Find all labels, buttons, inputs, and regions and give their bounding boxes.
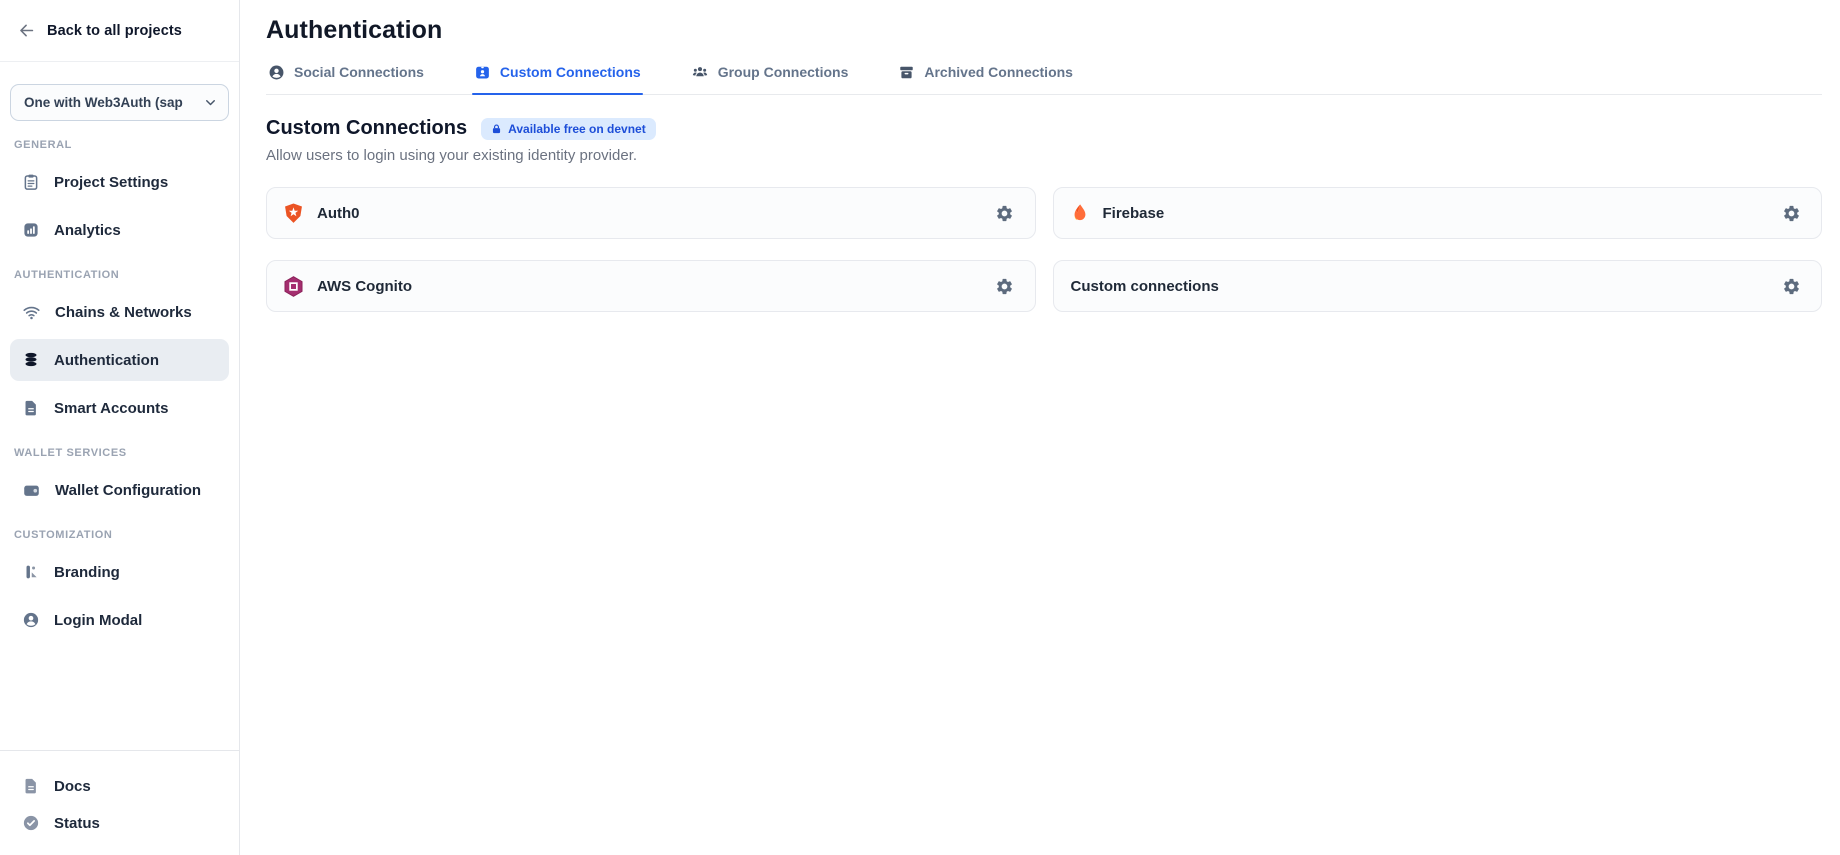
sidebar-item-branding[interactable]: Branding [10, 551, 229, 593]
sidebar-item-docs[interactable]: Docs [10, 769, 229, 803]
app-window: Back to all projects One with Web3Auth (… [0, 0, 1840, 855]
tab-bar: Social Connections Custom Connections Gr… [266, 57, 1822, 95]
auth0-logo [282, 202, 305, 225]
user-circle-icon [22, 611, 40, 629]
people-group-icon [691, 63, 709, 81]
sidebar-item-login-modal[interactable]: Login Modal [10, 599, 229, 641]
card-auth0[interactable]: Auth0 [266, 187, 1036, 239]
arrow-left-icon [17, 21, 36, 40]
card-aws-cognito[interactable]: AWS Cognito [266, 260, 1036, 312]
aws-cognito-logo [282, 275, 305, 298]
wifi-icon [22, 303, 41, 322]
id-badge-icon [474, 64, 491, 81]
firebase-logo [1069, 202, 1091, 224]
devnet-badge: Available free on devnet [481, 118, 656, 140]
sidebar-footer: Docs Status [0, 750, 239, 855]
sidebar-item-smart-accounts[interactable]: Smart Accounts [10, 387, 229, 429]
sidebar-nav: GENERAL Project Settings Analytics AUTHE… [0, 121, 239, 647]
sidebar-item-label: Login Modal [54, 612, 142, 629]
card-label: Firebase [1103, 205, 1165, 222]
file-icon [22, 777, 40, 795]
sidebar-item-label: Project Settings [54, 174, 168, 191]
sidebar-item-status[interactable]: Status [10, 806, 229, 840]
sidebar-item-wallet-configuration[interactable]: Wallet Configuration [10, 469, 229, 511]
main-content: Authentication Social Connections Custom… [240, 0, 1840, 855]
sidebar-item-label: Chains & Networks [55, 304, 192, 321]
tab-archived-connections[interactable]: Archived Connections [896, 57, 1075, 94]
tab-group-connections[interactable]: Group Connections [689, 57, 851, 94]
card-label: Auth0 [317, 205, 360, 222]
gear-icon [995, 204, 1014, 223]
sidebar-item-label: Smart Accounts [54, 400, 168, 417]
section-label-authentication: AUTHENTICATION [14, 269, 225, 281]
section-label-customization: CUSTOMIZATION [14, 529, 225, 541]
sidebar-item-analytics[interactable]: Analytics [10, 209, 229, 251]
section-subtitle: Allow users to login using your existing… [266, 147, 1822, 164]
gear-icon [1782, 204, 1801, 223]
tab-label: Custom Connections [500, 64, 641, 80]
sidebar-item-label: Status [54, 815, 100, 832]
project-selector-dropdown[interactable]: One with Web3Auth (sap [10, 84, 229, 121]
card-label: AWS Cognito [317, 278, 412, 295]
connections-grid: Auth0 Firebase AWS Cognito [266, 187, 1822, 312]
user-circle-icon [268, 64, 285, 81]
bar-chart-icon [22, 221, 40, 239]
card-label: Custom connections [1071, 278, 1219, 295]
devnet-badge-label: Available free on devnet [508, 122, 646, 136]
card-firebase[interactable]: Firebase [1053, 187, 1823, 239]
sidebar-item-authentication[interactable]: Authentication [10, 339, 229, 381]
back-label: Back to all projects [47, 23, 182, 39]
check-circle-icon [22, 814, 40, 832]
back-to-projects-button[interactable]: Back to all projects [0, 0, 239, 62]
clipboard-icon [22, 173, 40, 191]
sidebar-item-label: Authentication [54, 352, 159, 369]
chevron-down-icon [203, 95, 218, 110]
page-title: Authentication [266, 16, 1822, 45]
sidebar-item-chains-networks[interactable]: Chains & Networks [10, 291, 229, 333]
sidebar: Back to all projects One with Web3Auth (… [0, 0, 240, 855]
tab-label: Group Connections [718, 64, 849, 80]
tab-label: Archived Connections [924, 64, 1073, 80]
lock-icon [491, 123, 502, 135]
custom-connections-settings-button[interactable] [1776, 271, 1806, 301]
project-selector-value: One with Web3Auth (sap [24, 95, 183, 110]
sidebar-item-label: Branding [54, 564, 120, 581]
section-label-wallet-services: WALLET SERVICES [14, 447, 225, 459]
wallet-icon [22, 481, 41, 500]
sidebar-item-project-settings[interactable]: Project Settings [10, 161, 229, 203]
archive-icon [898, 64, 915, 81]
tab-custom-connections[interactable]: Custom Connections [472, 57, 643, 94]
paint-icon [22, 563, 40, 581]
sidebar-item-label: Docs [54, 778, 91, 795]
section-heading: Custom Connections [266, 117, 467, 140]
section-label-general: GENERAL [14, 139, 225, 151]
gear-icon [995, 277, 1014, 296]
file-icon [22, 399, 40, 417]
sidebar-item-label: Analytics [54, 222, 121, 239]
aws-cognito-settings-button[interactable] [990, 271, 1020, 301]
database-icon [22, 351, 40, 369]
auth0-settings-button[interactable] [990, 198, 1020, 228]
tab-social-connections[interactable]: Social Connections [266, 57, 426, 94]
firebase-settings-button[interactable] [1776, 198, 1806, 228]
section-header: Custom Connections Available free on dev… [266, 117, 1822, 140]
sidebar-item-label: Wallet Configuration [55, 482, 201, 499]
card-custom-connections[interactable]: Custom connections [1053, 260, 1823, 312]
gear-icon [1782, 277, 1801, 296]
tab-label: Social Connections [294, 64, 424, 80]
